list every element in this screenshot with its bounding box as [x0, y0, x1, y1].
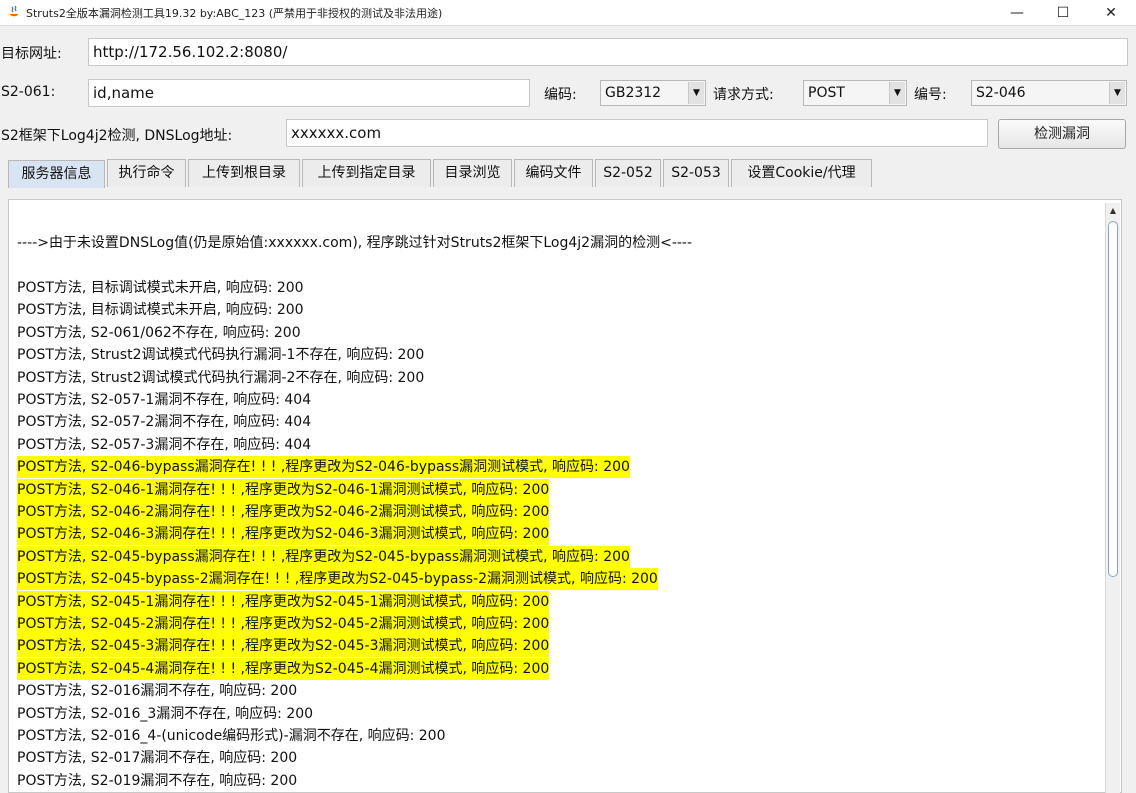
tab-s2-052[interactable]: S2-052	[595, 159, 661, 187]
log-line-vulnerable: POST方法, S2-045-bypass漏洞存在! ! ! ,程序更改为S2-…	[17, 545, 630, 568]
title-bar: Struts2全版本漏洞检测工具19.32 by:ABC_123 (严禁用于非授…	[0, 0, 1136, 26]
method-select[interactable]: POST ▼	[803, 80, 907, 106]
log-line: POST方法, S2-057-2漏洞不存在, 响应码: 404	[17, 414, 312, 431]
s2-061-label: S2-061:	[1, 84, 56, 100]
log-line: POST方法, 目标调试模式未开启, 响应码: 200	[17, 302, 304, 319]
vertical-scrollbar[interactable]: ▲	[1105, 203, 1120, 793]
number-label: 编号:	[914, 87, 947, 103]
log-line-vulnerable: POST方法, S2-046-3漏洞存在! ! ! ,程序更改为S2-046-3…	[17, 523, 550, 546]
log-line: POST方法, Strust2调试模式代码执行漏洞-1不存在, 响应码: 200	[17, 347, 425, 364]
log-line-vulnerable: POST方法, S2-045-bypass-2漏洞存在! ! ! ,程序更改为S…	[17, 568, 658, 591]
log-line: POST方法, 目标调试模式未开启, 响应码: 200	[17, 280, 304, 296]
log-line-vulnerable: POST方法, S2-045-1漏洞存在! ! ! ,程序更改为S2-045-1…	[17, 590, 550, 613]
s2-061-input[interactable]: id,name	[88, 79, 530, 107]
tab-encode-file[interactable]: 编码文件	[514, 159, 593, 187]
log-line: POST方法, S2-016漏洞不存在, 响应码: 200	[17, 683, 298, 700]
log4j-skip-notice: ---->由于未设置DNSLog值(仍是原始值:xxxxxx.com), 程序跳…	[17, 235, 693, 251]
minimize-button[interactable]: —	[994, 0, 1040, 25]
tab-cookie-proxy[interactable]: 设置Cookie/代理	[731, 159, 872, 187]
method-label: 请求方式:	[713, 87, 774, 103]
log-line: POST方法, S2-019漏洞不存在, 响应码: 200	[17, 772, 298, 789]
log-line: POST方法, Strust2调试模式代码执行漏洞-2不存在, 响应码: 200	[17, 369, 425, 386]
tab-server-info[interactable]: 服务器信息	[8, 160, 105, 188]
output-text-area[interactable]: ---->由于未设置DNSLog值(仍是原始值:xxxxxx.com), 程序跳…	[8, 199, 1122, 793]
log-line: POST方法, S2-016_4-(unicode编码形式)-漏洞不存在, 响应…	[17, 728, 446, 744]
encoding-label: 编码:	[544, 87, 577, 103]
log-line-vulnerable: POST方法, S2-045-2漏洞存在! ! ! ,程序更改为S2-045-2…	[17, 613, 550, 635]
target-url-label: 目标网址:	[1, 46, 62, 62]
scrollbar-thumb[interactable]	[1108, 221, 1118, 577]
chevron-down-icon: ▼	[889, 82, 905, 104]
encoding-select[interactable]: GB2312 ▼	[600, 80, 706, 106]
log-line-vulnerable: POST方法, S2-046-1漏洞存在! ! ! ,程序更改为S2-046-1…	[17, 478, 550, 501]
log-line: POST方法, S2-057-3漏洞不存在, 响应码: 404	[17, 436, 312, 453]
log-line-vulnerable: POST方法, S2-045-4漏洞存在! ! ! ,程序更改为S2-045-4…	[17, 657, 550, 680]
log-line: POST方法, S2-016_3漏洞不存在, 响应码: 200	[17, 705, 314, 722]
detect-vulnerability-button[interactable]: 检测漏洞	[998, 119, 1126, 149]
log-line: POST方法, S2-057-1漏洞不存在, 响应码: 404	[17, 392, 312, 408]
chevron-down-icon: ▼	[688, 82, 704, 104]
chevron-down-icon: ▼	[1109, 82, 1125, 104]
close-button[interactable]: ✕	[1088, 0, 1134, 25]
log-line-vulnerable: POST方法, S2-045-3漏洞存在! ! ! ,程序更改为S2-045-3…	[17, 635, 550, 658]
number-select[interactable]: S2-046 ▼	[971, 80, 1127, 106]
tab-upload-specified[interactable]: 上传到指定目录	[302, 159, 431, 187]
number-value: S2-046	[976, 85, 1026, 101]
log-line-vulnerable: POST方法, S2-046-2漏洞存在! ! ! ,程序更改为S2-046-2…	[17, 501, 550, 523]
tab-execute-command[interactable]: 执行命令	[107, 159, 186, 187]
log4j-dnslog-label: S2框架下Log4j2检测, DNSLog地址:	[1, 128, 233, 144]
tab-s2-053[interactable]: S2-053	[663, 159, 729, 187]
java-app-icon	[10, 5, 18, 17]
window-title: Struts2全版本漏洞检测工具19.32 by:ABC_123 (严禁用于非授…	[26, 7, 443, 20]
scroll-up-arrow-icon[interactable]: ▲	[1106, 203, 1120, 219]
dnslog-input[interactable]: xxxxxx.com	[286, 119, 988, 147]
encoding-value: GB2312	[605, 85, 662, 101]
target-url-input[interactable]: http://172.56.102.2:8080/	[88, 38, 1128, 66]
tab-upload-root[interactable]: 上传到根目录	[188, 159, 300, 187]
method-value: POST	[808, 85, 845, 101]
log-line: POST方法, S2-061/062不存在, 响应码: 200	[17, 324, 301, 341]
maximize-button[interactable]: ☐	[1040, 0, 1086, 25]
log-line-vulnerable: POST方法, S2-046-bypass漏洞存在! ! ! ,程序更改为S2-…	[17, 456, 630, 479]
tab-directory-browse[interactable]: 目录浏览	[433, 159, 512, 187]
log-line: POST方法, S2-017漏洞不存在, 响应码: 200	[17, 750, 298, 767]
